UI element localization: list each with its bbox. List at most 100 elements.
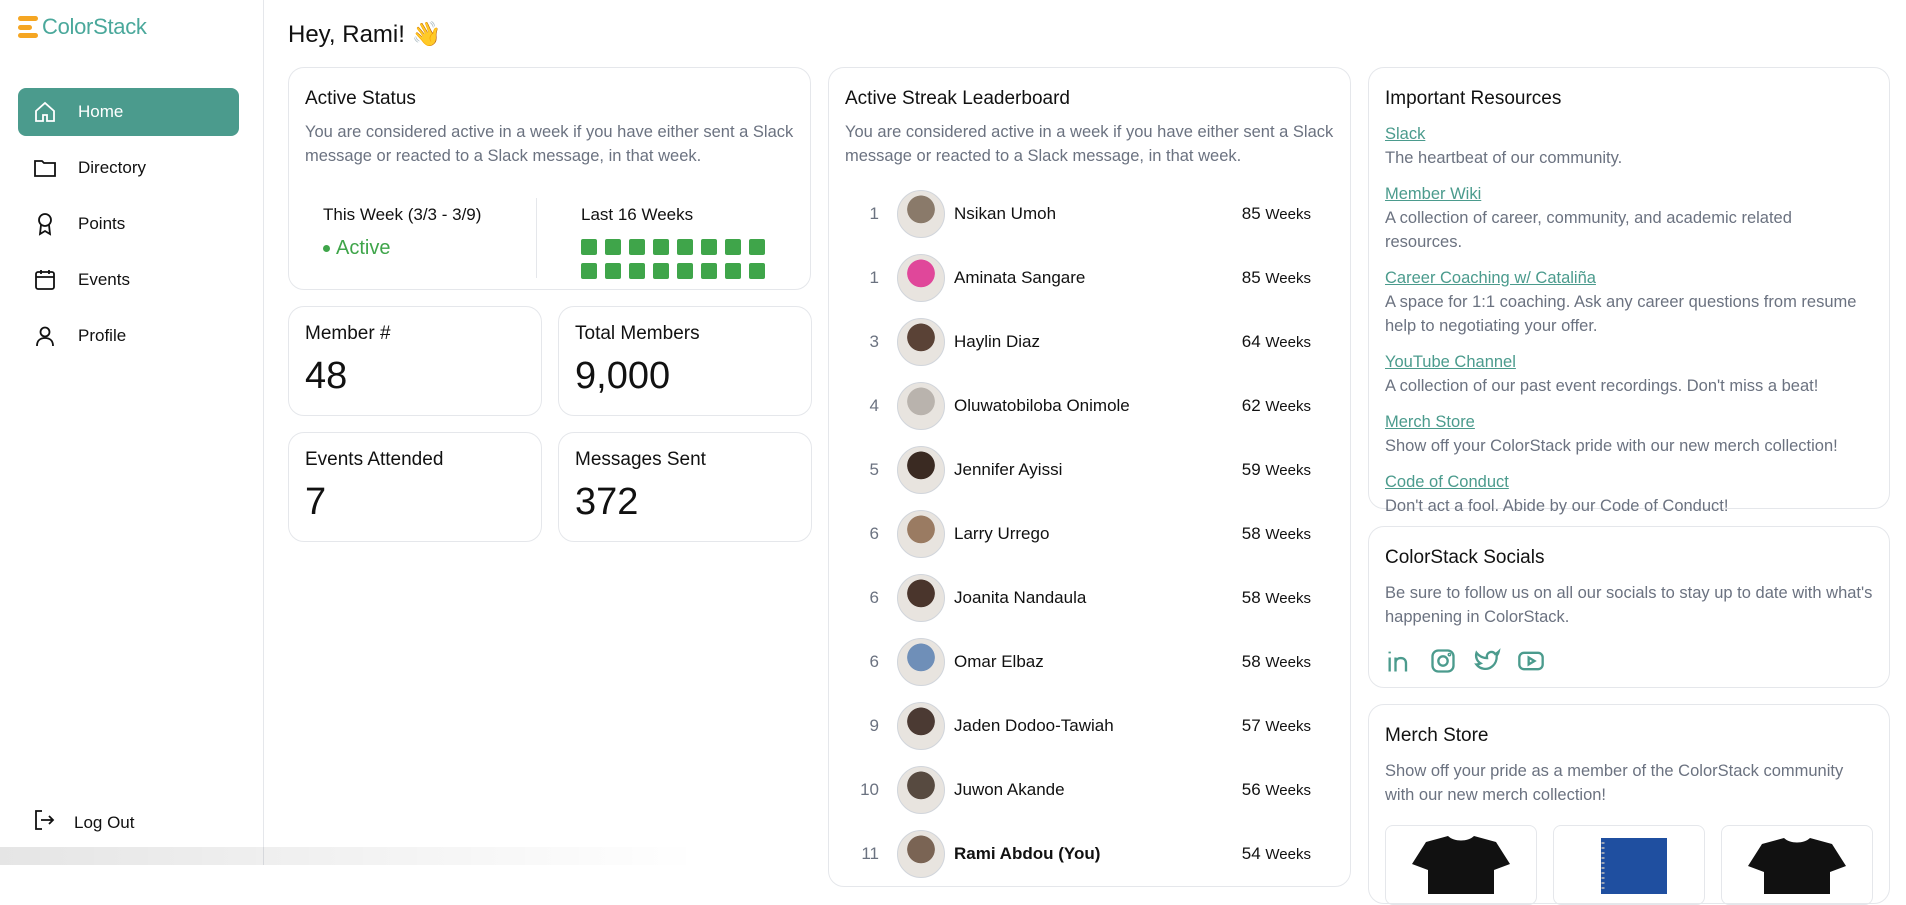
rank: 11 xyxy=(845,844,879,864)
streak-value: 62 xyxy=(1242,396,1261,415)
last-weeks-label: Last 16 Weeks xyxy=(581,205,765,225)
sidebar-item-label: Profile xyxy=(78,326,126,346)
streak-weeks: 59 Weeks xyxy=(1224,460,1334,480)
avatar[interactable] xyxy=(897,382,945,430)
sidebar-item-label: Events xyxy=(78,270,130,290)
resource-description: A collection of our past event recording… xyxy=(1385,374,1873,398)
twitter-icon[interactable] xyxy=(1473,647,1501,675)
linkedin-icon[interactable] xyxy=(1385,647,1413,675)
resource-item: Slack The heartbeat of our community. xyxy=(1385,122,1873,170)
resource-link-member-wiki[interactable]: Member Wiki xyxy=(1385,182,1873,206)
resource-description: Show off your ColorStack pride with our … xyxy=(1385,434,1873,458)
streak-weeks: 64 Weeks xyxy=(1224,332,1334,352)
stat-label: Member # xyxy=(305,323,525,345)
avatar[interactable] xyxy=(897,446,945,494)
streak-value: 58 xyxy=(1242,588,1261,607)
streak-unit: Weeks xyxy=(1265,462,1311,479)
rank: 4 xyxy=(845,396,879,416)
week-active-square xyxy=(653,239,669,255)
sidebar-item-profile[interactable]: Profile xyxy=(18,312,239,360)
streak-unit: Weeks xyxy=(1265,718,1311,735)
resource-link-code-of-conduct[interactable]: Code of Conduct xyxy=(1385,470,1873,494)
stat-label: Total Members xyxy=(575,323,795,345)
stat-value: 372 xyxy=(575,481,795,524)
avatar[interactable] xyxy=(897,510,945,558)
avatar[interactable] xyxy=(897,830,945,878)
leaderboard-row[interactable]: 5 Jennifer Ayissi 59 Weeks xyxy=(845,438,1334,502)
leaderboard-row-current-user[interactable]: 11 Rami Abdou (You) 54 Weeks xyxy=(845,822,1334,886)
leaderboard-row[interactable]: 4 Oluwatobiloba Onimole 62 Weeks xyxy=(845,374,1334,438)
avatar[interactable] xyxy=(897,254,945,302)
rank: 6 xyxy=(845,524,879,544)
card-description: Show off your pride as a member of the C… xyxy=(1385,759,1873,807)
avatar[interactable] xyxy=(897,190,945,238)
streak-weeks: 58 Weeks xyxy=(1224,588,1334,608)
leaderboard-row[interactable]: 9 Jaden Dodoo-Tawiah 57 Weeks xyxy=(845,694,1334,758)
resource-description: A space for 1:1 coaching. Ask any career… xyxy=(1385,290,1873,338)
streak-unit: Weeks xyxy=(1265,846,1311,863)
resource-link-career-coaching[interactable]: Career Coaching w/ Cataliña xyxy=(1385,266,1873,290)
streak-value: 85 xyxy=(1242,268,1261,287)
avatar[interactable] xyxy=(897,574,945,622)
leaderboard-row[interactable]: 3 Haylin Diaz 64 Weeks xyxy=(845,310,1334,374)
streak-weeks: 85 Weeks xyxy=(1224,204,1334,224)
resource-item: YouTube Channel A collection of our past… xyxy=(1385,350,1873,398)
leaderboard-row[interactable]: 6 Joanita Nandaula 58 Weeks xyxy=(845,566,1334,630)
this-week-label: This Week (3/3 - 3/9) xyxy=(323,205,536,225)
member-name: Juwon Akande xyxy=(954,780,1224,800)
streak-value: 57 xyxy=(1242,716,1261,735)
logout-button[interactable]: Log Out xyxy=(32,808,135,837)
streak-unit: Weeks xyxy=(1265,270,1311,287)
streak-unit: Weeks xyxy=(1265,206,1311,223)
week-active-square xyxy=(701,263,717,279)
rank: 5 xyxy=(845,460,879,480)
week-active-square xyxy=(749,263,765,279)
merch-store-card: Merch Store Show off your pride as a mem… xyxy=(1368,704,1890,904)
award-icon xyxy=(32,211,58,237)
member-name: Nsikan Umoh xyxy=(954,204,1224,224)
status-badge: Active xyxy=(323,237,536,260)
streak-value: 85 xyxy=(1242,204,1261,223)
streak-weeks: 62 Weeks xyxy=(1224,396,1334,416)
leaderboard-row[interactable]: 6 Omar Elbaz 58 Weeks xyxy=(845,630,1334,694)
sidebar-item-points[interactable]: Points xyxy=(18,200,239,248)
resource-description: The heartbeat of our community. xyxy=(1385,146,1873,170)
resource-link-youtube[interactable]: YouTube Channel xyxy=(1385,350,1873,374)
total-members-card: Total Members 9,000 xyxy=(558,306,812,416)
card-title: ColorStack Socials xyxy=(1385,547,1873,569)
status-text: Active xyxy=(336,237,390,260)
stat-value: 7 xyxy=(305,481,525,524)
leaderboard-row[interactable]: 10 Juwon Akande 56 Weeks xyxy=(845,758,1334,822)
sidebar-item-home[interactable]: Home xyxy=(18,88,239,136)
merch-item-tshirt[interactable] xyxy=(1385,825,1537,905)
colorstack-logo[interactable]: ColorStack xyxy=(18,14,147,40)
leaderboard-row[interactable]: 6 Larry Urrego 58 Weeks xyxy=(845,502,1334,566)
leaderboard-row[interactable]: 1 Nsikan Umoh 85 Weeks xyxy=(845,182,1334,246)
week-active-square xyxy=(629,239,645,255)
logout-label: Log Out xyxy=(74,813,135,833)
sidebar-item-label: Points xyxy=(78,214,125,234)
resource-link-slack[interactable]: Slack xyxy=(1385,122,1873,146)
card-description: Be sure to follow us on all our socials … xyxy=(1385,581,1873,629)
sidebar-item-events[interactable]: Events xyxy=(18,256,239,304)
streak-weeks: 58 Weeks xyxy=(1224,524,1334,544)
sidebar-item-directory[interactable]: Directory xyxy=(18,144,239,192)
merch-items xyxy=(1385,825,1873,905)
week-active-square xyxy=(653,263,669,279)
rank: 6 xyxy=(845,588,879,608)
greeting-heading: Hey, Rami! 👋 xyxy=(288,20,441,49)
merch-item-tshirt-2[interactable] xyxy=(1721,825,1873,905)
avatar[interactable] xyxy=(897,766,945,814)
streak-value: 58 xyxy=(1242,524,1261,543)
resource-link-merch-store[interactable]: Merch Store xyxy=(1385,410,1873,434)
instagram-icon[interactable] xyxy=(1429,647,1457,675)
streak-unit: Weeks xyxy=(1265,590,1311,607)
avatar[interactable] xyxy=(897,638,945,686)
merch-item-notebook[interactable] xyxy=(1553,825,1705,905)
week-active-square xyxy=(725,263,741,279)
card-description: You are considered active in a week if y… xyxy=(845,120,1334,168)
avatar[interactable] xyxy=(897,318,945,366)
youtube-icon[interactable] xyxy=(1517,647,1545,675)
avatar[interactable] xyxy=(897,702,945,750)
leaderboard-row[interactable]: 1 Aminata Sangare 85 Weeks xyxy=(845,246,1334,310)
